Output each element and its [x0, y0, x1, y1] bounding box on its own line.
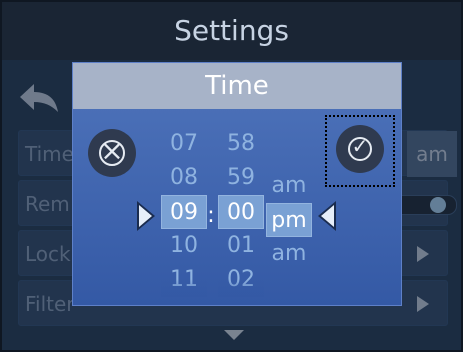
ampm-option-selected[interactable]: pm [266, 203, 312, 237]
confirm-button-focus [325, 115, 395, 187]
minute-option-selected[interactable]: 00 [218, 195, 264, 229]
ampm-picker[interactable]: am pm am [266, 169, 312, 339]
hour-picker[interactable]: 07 08 09 10 11 [161, 127, 207, 297]
selection-caret-right-icon [318, 201, 336, 231]
minute-option[interactable]: 59 [218, 161, 264, 195]
ampm-option[interactable]: am [266, 237, 312, 271]
minute-picker[interactable]: 58 59 00 01 02 [218, 127, 264, 297]
settings-screen: Settings Time am Rem Lock Filter Time 07… [2, 2, 461, 350]
hour-option[interactable]: 07 [161, 127, 207, 161]
dialog-title: Time [73, 63, 401, 109]
selection-caret-left-icon [137, 201, 155, 231]
time-dialog: Time 07 08 09 10 11 : 58 59 00 01 02 am … [73, 63, 401, 305]
hour-option[interactable]: 11 [161, 263, 207, 297]
minute-option[interactable]: 01 [218, 229, 264, 263]
hour-option-selected[interactable]: 09 [161, 195, 207, 229]
time-separator: : [207, 203, 215, 228]
ampm-option[interactable]: am [266, 169, 312, 203]
minute-option[interactable]: 58 [218, 127, 264, 161]
hour-option[interactable]: 08 [161, 161, 207, 195]
confirm-check-icon[interactable] [336, 125, 384, 173]
page-title: Settings [2, 2, 461, 60]
minute-option[interactable]: 02 [218, 263, 264, 297]
cancel-icon[interactable] [88, 129, 136, 177]
hour-option[interactable]: 10 [161, 229, 207, 263]
